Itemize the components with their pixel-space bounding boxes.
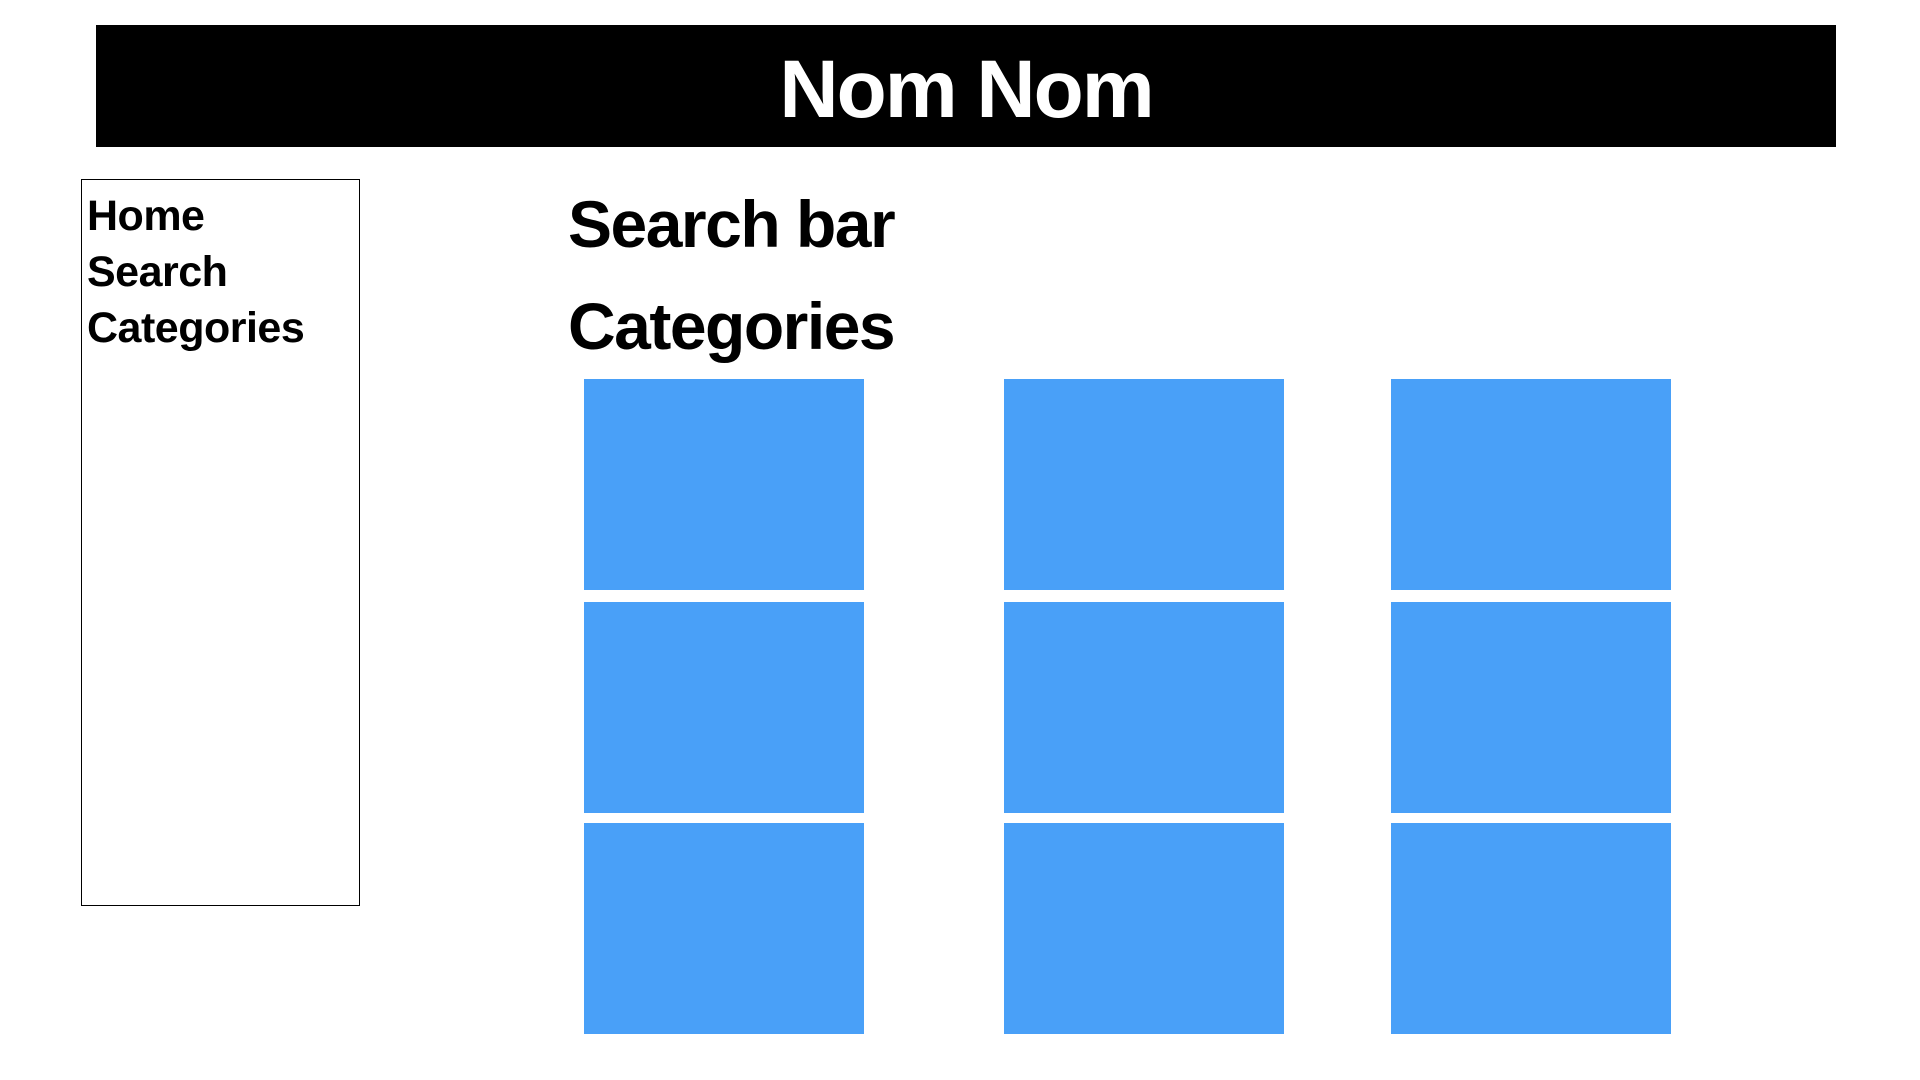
category-tile[interactable]	[1004, 379, 1284, 590]
sidebar-nav: Home Search Categories	[81, 179, 360, 906]
category-tile[interactable]	[1004, 602, 1284, 813]
category-tile[interactable]	[1004, 823, 1284, 1034]
sidebar-item-search[interactable]: Search	[87, 244, 359, 300]
sidebar-item-home[interactable]: Home	[87, 188, 359, 244]
category-tile[interactable]	[584, 379, 864, 590]
category-tile[interactable]	[1391, 823, 1671, 1034]
category-tile[interactable]	[1391, 379, 1671, 590]
sidebar-item-categories[interactable]: Categories	[87, 300, 359, 356]
category-tile[interactable]	[1391, 602, 1671, 813]
category-tile[interactable]	[584, 602, 864, 813]
app-title: Nom Nom	[779, 44, 1154, 135]
app-header: Nom Nom	[96, 25, 1836, 147]
categories-heading: Categories	[568, 289, 896, 363]
search-bar-placeholder[interactable]: Search bar	[568, 191, 896, 257]
category-tile[interactable]	[584, 823, 864, 1034]
